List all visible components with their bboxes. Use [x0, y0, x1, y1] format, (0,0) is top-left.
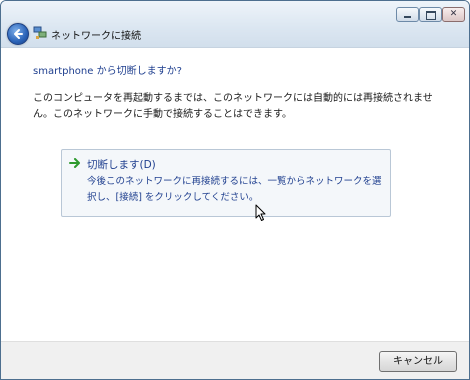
- network-icon: [33, 26, 47, 39]
- back-arrow-icon: [14, 29, 23, 39]
- close-button[interactable]: ✕: [442, 7, 465, 22]
- mouse-cursor-icon: [255, 204, 266, 221]
- close-icon: ✕: [449, 9, 458, 19]
- maximize-icon: [420, 8, 441, 21]
- title-bar: ネットワークに接続 ✕: [1, 1, 469, 48]
- dialog-window: ネットワークに接続 ✕ smartphone から切断しますか? このコンピュー…: [0, 0, 470, 380]
- maximize-button[interactable]: [419, 7, 442, 22]
- disconnect-option[interactable]: 切断します(D) 今後このネットワークに再接続するには、一覧からネットワークを選…: [61, 149, 391, 217]
- minimize-icon: [397, 8, 418, 21]
- cancel-button[interactable]: キャンセル: [379, 351, 457, 372]
- dialog-description: このコンピュータを再起動するまでは、このネットワークには自動的には再接続されませ…: [33, 93, 433, 120]
- green-arrow-icon: [69, 158, 80, 168]
- disconnect-option-description: 今後このネットワークに再接続するには、一覧からネットワークを選択し、[接続] を…: [87, 176, 382, 203]
- minimize-button[interactable]: [396, 7, 419, 22]
- back-button[interactable]: [7, 23, 29, 45]
- dialog-footer: キャンセル: [1, 341, 469, 379]
- window-title: ネットワークに接続: [51, 31, 141, 42]
- dialog-heading: smartphone から切断しますか?: [33, 66, 182, 77]
- disconnect-option-title: 切断します(D): [87, 159, 156, 171]
